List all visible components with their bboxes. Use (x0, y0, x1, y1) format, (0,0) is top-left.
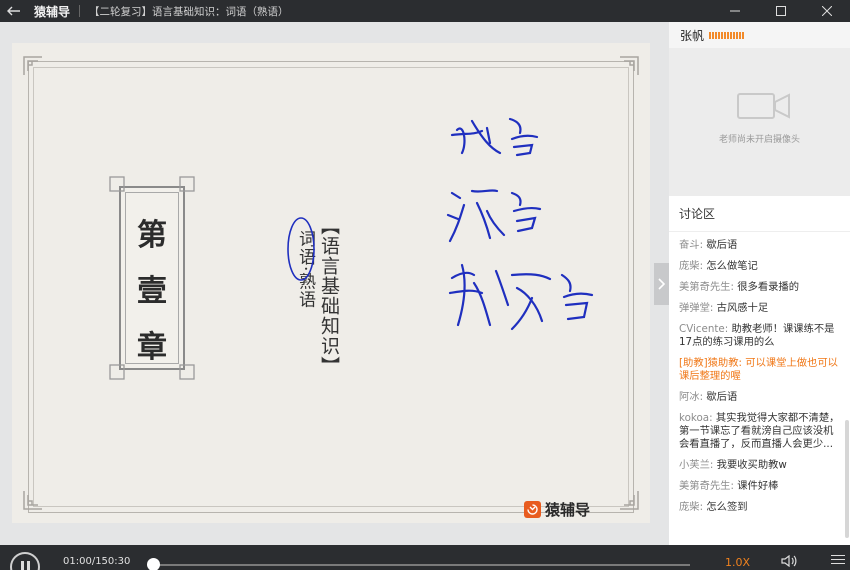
panel-toggle-chevron-right-icon[interactable] (654, 263, 669, 305)
list-item: 阿冰: 歇后语 (679, 391, 840, 404)
message-user: 奋斗: (679, 239, 704, 251)
slide-title-vertical: 【语言基础知识】 (318, 216, 340, 376)
list-item: 美第奇先生: 很多看录播的 (679, 281, 840, 294)
discussion-title: 讨论区 (669, 196, 850, 232)
message-text: 怎么做笔记 (706, 260, 758, 272)
playback-time: 01:00/150:30 (63, 556, 131, 567)
message-text: 课件好棒 (737, 480, 779, 492)
message-text: 古风感十足 (716, 302, 769, 314)
window-controls (712, 0, 850, 22)
chat-scrollbar[interactable] (845, 420, 849, 538)
list-item: [助教]猿助教: 可以课堂上做也可以课后整理的喔 (679, 357, 840, 383)
chapter-char-3: 章 (137, 330, 167, 365)
teacher-bar: 张帆 (669, 22, 850, 48)
message-user: 阿冰: (679, 391, 704, 403)
message-user: kokoa: (679, 412, 713, 424)
message-user: 美第奇先生: (679, 281, 734, 293)
chapter-char-2: 壹 (137, 274, 167, 309)
volume-icon[interactable] (781, 554, 797, 570)
message-text: 歇后语 (706, 239, 738, 251)
slide-subtitle-vertical: 词语·熟语 (295, 230, 315, 309)
teacher-name: 张帆 (680, 28, 705, 43)
maximize-icon[interactable] (758, 0, 804, 22)
message-list[interactable]: 奋斗: 歇后语 庞柴: 怎么做笔记 美第奇先生: 很多看录播的 弹弹堂: 古风感… (669, 232, 850, 514)
chapter-box: 第 壹 章 (119, 186, 185, 370)
message-user: 弹弹堂: (679, 302, 714, 314)
list-item: 奋斗: 歇后语 (679, 239, 840, 252)
logo-text: 猿辅导 (545, 501, 591, 519)
message-text: 我要收买助教w (716, 459, 787, 471)
title-bar: 猿辅导 【二轮复习】语言基础知识：词语（熟语） (0, 0, 850, 22)
side-panel: 张帆 老师尚未开启摄像头 讨论区 奋斗: 歇后语 庞柴: 怎么做笔记 美第奇先生… (669, 22, 850, 545)
brand-logo: 猿辅导 (524, 499, 590, 520)
chapter-char-1: 第 (137, 218, 167, 253)
slide: 第 壹 章 【语言基础知识】 词语·熟语 猿辅导 (12, 43, 650, 523)
corner-ornament-icon (620, 56, 639, 75)
message-text: 怎么签到 (706, 501, 748, 513)
message-user: 美第奇先生: (679, 480, 734, 492)
app-window: 猿辅导 【二轮复习】语言基础知识：词语（熟语） 第 壹 章 【语言基础知识】 词… (0, 0, 850, 570)
signal-strength-icon (709, 31, 745, 39)
message-user: 小芙兰: (679, 459, 714, 471)
chapter-corner-icon (109, 176, 125, 192)
list-item: 庞柴: 怎么签到 (679, 501, 840, 514)
menu-icon[interactable] (831, 555, 845, 567)
progress-track[interactable] (150, 564, 690, 566)
pause-icon[interactable] (10, 552, 40, 570)
chapter-corner-icon (109, 364, 125, 380)
chapter-corner-icon (179, 364, 195, 380)
title-divider (79, 5, 81, 17)
list-item: 弹弹堂: 古风感十足 (679, 302, 840, 315)
corner-ornament-icon (23, 56, 42, 75)
camera-area: 老师尚未开启摄像头 (669, 48, 850, 196)
progress-knob[interactable] (147, 558, 161, 570)
course-title: 【二轮复习】语言基础知识：词语（熟语） (89, 5, 289, 18)
message-text: 很多看录播的 (737, 281, 800, 293)
list-item: 小芙兰: 我要收买助教w (679, 459, 840, 472)
logo-mark-icon (524, 501, 541, 518)
chapter-corner-icon (179, 176, 195, 192)
minimize-icon[interactable] (712, 0, 758, 22)
close-icon[interactable] (804, 0, 850, 22)
message-user: 庞柴: (679, 501, 704, 513)
list-item: CVicente: 助教老师！课课练不是17点的练习课用的么 (679, 323, 840, 349)
list-item: 美第奇先生: 课件好棒 (679, 480, 840, 493)
back-arrow-icon[interactable] (0, 0, 28, 22)
app-name: 猿辅导 (34, 4, 71, 19)
message-user: 庞柴: (679, 260, 704, 272)
camera-status-text: 老师尚未开启摄像头 (718, 135, 800, 145)
video-camera-icon (737, 93, 790, 119)
list-item: 庞柴: 怎么做笔记 (679, 260, 840, 273)
message-user: CVicente: (679, 323, 729, 335)
message-text: 歇后语 (706, 391, 738, 403)
corner-ornament-icon (620, 491, 639, 510)
slide-stage: 第 壹 章 【语言基础知识】 词语·熟语 猿辅导 (0, 22, 669, 545)
corner-ornament-icon (23, 491, 42, 510)
speed-button[interactable]: 1.0X (725, 556, 750, 569)
list-item: kokoa: 其实我觉得大家都不清楚，第一节课忘了看就滂自己应该没机会看直播了，… (679, 412, 840, 451)
message-user: [助教]猿助教: (679, 357, 742, 369)
player-bar: 01:00/150:30 1.0X (0, 545, 850, 570)
